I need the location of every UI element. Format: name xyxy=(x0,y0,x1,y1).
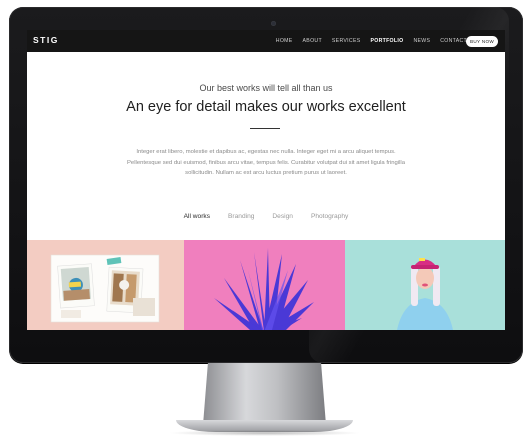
monitor-stand-neck xyxy=(203,363,326,425)
agave-image xyxy=(184,240,345,330)
portfolio-item-agave[interactable] xyxy=(184,240,345,330)
nav-item-news[interactable]: NEWS xyxy=(413,38,430,44)
site-logo[interactable]: STIG xyxy=(33,35,59,45)
filter-branding[interactable]: Branding xyxy=(226,213,256,220)
section-headline: An eye for detail makes our works excell… xyxy=(126,99,406,115)
portrait-image xyxy=(345,240,505,330)
section-tagline: Our best works will tell all than us xyxy=(199,83,333,93)
site-navbar: STIG HOME ABOUT SERVICES PORTFOLIO NEWS … xyxy=(27,30,505,52)
nav-item-about[interactable]: ABOUT xyxy=(303,38,322,44)
nav-item-home[interactable]: HOME xyxy=(276,38,293,44)
filter-design[interactable]: Design xyxy=(270,213,295,220)
portfolio-item-portrait[interactable] xyxy=(345,240,505,330)
monitor-scene: STIG HOME ABOUT SERVICES PORTFOLIO NEWS … xyxy=(0,0,529,439)
nav-menu: HOME ABOUT SERVICES PORTFOLIO NEWS CONTA… xyxy=(276,30,467,52)
nav-item-portfolio[interactable]: PORTFOLIO xyxy=(370,38,403,44)
filter-photography[interactable]: Photography xyxy=(309,213,350,220)
collage-image xyxy=(27,240,184,330)
nav-item-services[interactable]: SERVICES xyxy=(332,38,361,44)
portfolio-item-collage[interactable] xyxy=(27,240,184,330)
portfolio-filters: All works Branding Design Photography xyxy=(27,213,505,220)
monitor-screen: STIG HOME ABOUT SERVICES PORTFOLIO NEWS … xyxy=(27,30,505,330)
title-divider xyxy=(250,128,280,129)
filter-all-works[interactable]: All works xyxy=(182,213,212,220)
monitor-shadow xyxy=(168,430,361,436)
webcam-icon xyxy=(271,21,276,26)
buy-now-button[interactable]: BUY NOW xyxy=(466,36,498,47)
nav-item-contact[interactable]: CONTACT xyxy=(440,38,467,44)
section-description: Integer erat libero, molestie et dapibus… xyxy=(127,149,405,177)
